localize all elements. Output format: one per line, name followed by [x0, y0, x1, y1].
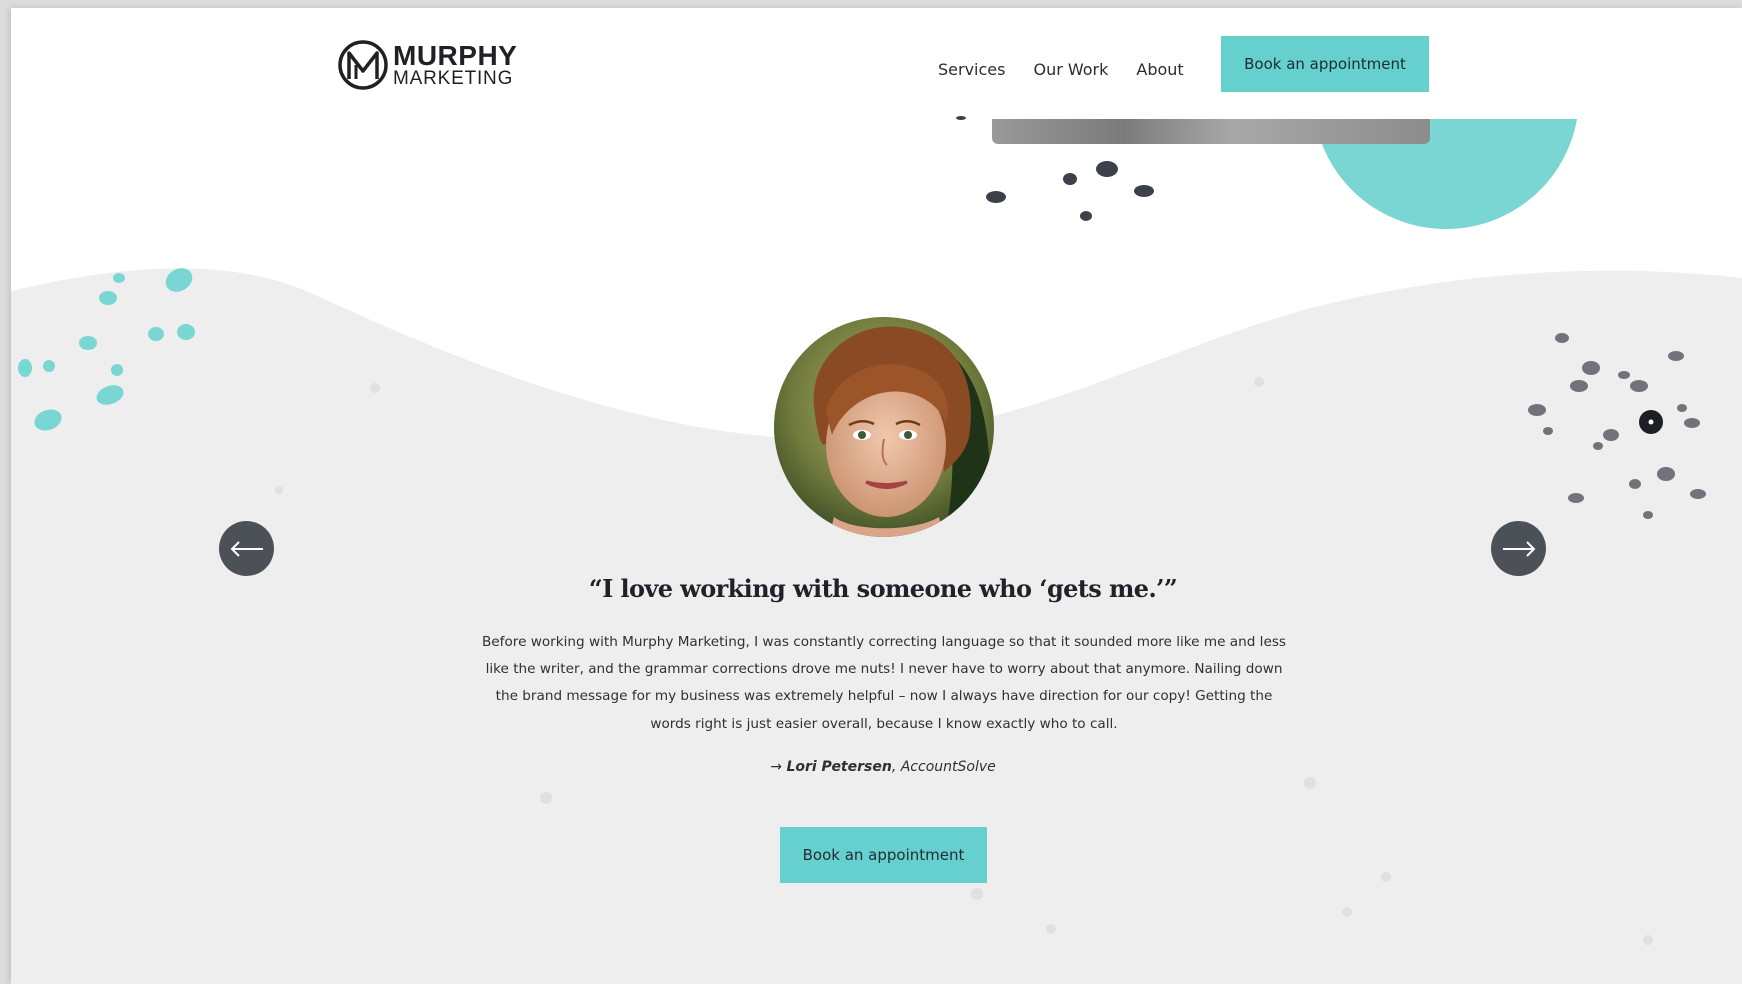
page: MURPHY MARKETING Services Our Work About… — [11, 8, 1742, 984]
arrow-right-icon — [1502, 540, 1535, 557]
nav-item-about[interactable]: About — [1136, 60, 1183, 79]
testimonial-attribution: → Lori Petersen, AccountSolve — [770, 759, 996, 775]
arrow-left-icon — [230, 540, 263, 557]
attribution-author: Lori Petersen — [786, 759, 892, 775]
brand-logo[interactable]: MURPHY MARKETING — [337, 39, 517, 91]
main-nav: Services Our Work About — [938, 60, 1184, 79]
hero-image-edge — [992, 119, 1430, 144]
logo-line2: MARKETING — [393, 68, 514, 89]
testimonial-body: Before working with Murphy Marketing, I … — [481, 634, 1286, 732]
previous-testimonial-button[interactable] — [219, 521, 274, 576]
next-testimonial-button[interactable] — [1491, 521, 1546, 576]
book-appointment-header-button[interactable]: Book an appointment — [1221, 36, 1429, 92]
logo-mark-icon — [338, 40, 388, 90]
testimonial-quote: “I love working with someone who ‘gets m… — [588, 574, 1178, 603]
nav-item-services[interactable]: Services — [938, 60, 1005, 79]
attribution-company: AccountSolve — [900, 759, 996, 775]
book-appointment-button[interactable]: Book an appointment — [780, 827, 987, 883]
attribution-arrow: → — [770, 759, 782, 775]
nav-item-our-work[interactable]: Our Work — [1033, 60, 1108, 79]
logo-line1: MURPHY — [393, 40, 518, 71]
testimonial-avatar — [774, 317, 994, 537]
logo-wordmark: MURPHY MARKETING — [393, 40, 518, 89]
portrait-image — [774, 317, 994, 537]
